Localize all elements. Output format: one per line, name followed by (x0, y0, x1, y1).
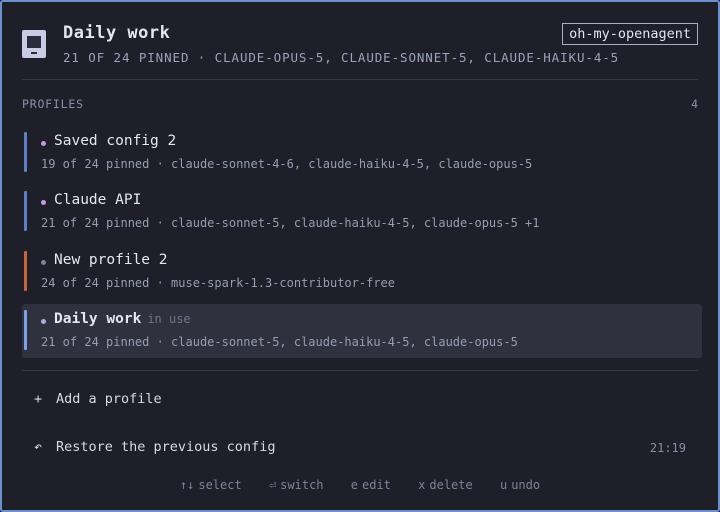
profile-color-bar (24, 191, 27, 231)
profiles-section-label: PROFILES (22, 97, 84, 111)
profile-detail: 21 of 24 pinned · claude-sonnet-5, claud… (41, 216, 540, 230)
profile-item-new-profile-2[interactable]: New profile 2 24 of 24 pinned · muse-spa… (22, 245, 702, 299)
e-key: e (350, 478, 358, 492)
profile-name: Daily work in use (54, 311, 191, 327)
x-key: x (418, 478, 426, 492)
hint-delete: x delete (418, 478, 473, 492)
profile-item-daily-work[interactable]: Daily work in use 21 of 24 pinned · claud… (22, 304, 702, 358)
profile-color-bar (24, 132, 27, 172)
app-window: Daily work 21 OF 24 PINNED · CLAUDE-OPUS… (0, 0, 720, 512)
page-title: Daily work (63, 23, 171, 43)
header: Daily work 21 OF 24 PINNED · CLAUDE-OPUS… (22, 20, 698, 70)
profile-name: Saved config 2 (54, 133, 177, 149)
plus-icon: + (34, 391, 43, 407)
hint-label: undo (511, 478, 541, 492)
hint-label: edit (362, 478, 391, 492)
profiles-count: 4 (691, 97, 698, 111)
brand-badge: oh-my-openagent (562, 23, 698, 45)
hint-label: switch (280, 478, 324, 492)
profile-status-dot (41, 141, 46, 146)
restore-config-label: Restore the previous config (56, 439, 276, 455)
in-use-badge: in use (147, 312, 191, 326)
profile-item-saved-config-2[interactable]: Saved config 2 19 of 24 pinned · claude-… (22, 126, 702, 180)
restore-timestamp: 21:19 (649, 441, 686, 455)
actions-divider (22, 370, 698, 371)
keyboard-hints: ↑↓ select ⏎ switch e edit x delete u undo (2, 478, 718, 492)
profile-color-bar (24, 251, 27, 291)
hint-select: ↑↓ select (180, 478, 242, 492)
profile-status-dot (41, 260, 46, 265)
enter-key-icon: ⏎ (268, 478, 277, 492)
arrows-key-icon: ↑↓ (179, 478, 195, 492)
hint-switch: ⏎ switch (269, 478, 324, 492)
undo-arrow-icon: ↶ (34, 439, 43, 455)
u-key: u (499, 478, 508, 492)
restore-config-button[interactable]: ↶ Restore the previous config (34, 439, 275, 455)
profile-color-bar (24, 310, 27, 350)
add-profile-button[interactable]: + Add a profile (34, 391, 162, 407)
profile-item-claude-api[interactable]: Claude API 21 of 24 pinned · claude-sonn… (22, 185, 702, 239)
hint-edit: e edit (351, 478, 391, 492)
terminal-window-icon (22, 30, 46, 58)
add-profile-label: Add a profile (56, 391, 162, 407)
hint-label: delete (429, 478, 473, 492)
page-subtitle: 21 OF 24 PINNED · CLAUDE-OPUS-5, CLAUDE-… (63, 50, 620, 65)
profile-name-text: Daily work (54, 311, 142, 327)
profile-detail: 21 of 24 pinned · claude-sonnet-5, claud… (41, 335, 518, 349)
profile-name: Claude API (54, 192, 142, 208)
profile-detail: 24 of 24 pinned · muse-spark-1.3-contrib… (41, 276, 396, 290)
hint-label: select (198, 478, 242, 492)
profile-status-dot (41, 319, 46, 324)
profile-name: New profile 2 (54, 252, 168, 268)
profile-detail: 19 of 24 pinned · claude-sonnet-4-6, cla… (41, 157, 533, 171)
profile-status-dot (41, 200, 46, 205)
hint-undo: u undo (500, 478, 540, 492)
header-divider (22, 79, 698, 80)
